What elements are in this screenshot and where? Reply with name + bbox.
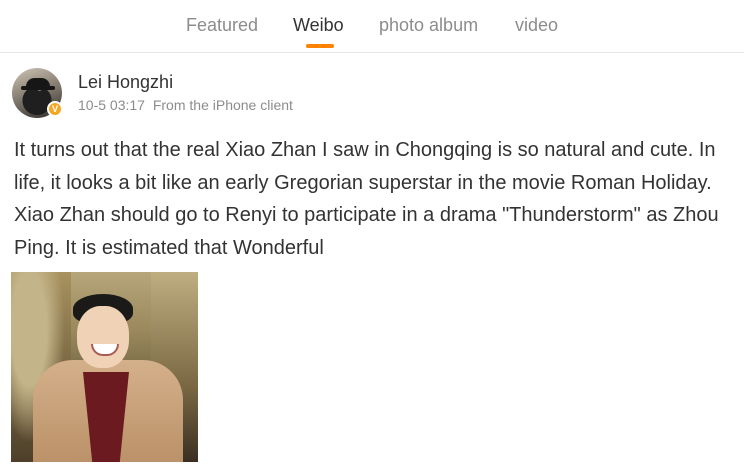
- verified-badge-icon: V: [47, 101, 63, 117]
- post-meta: 10-5 03:17 From the iPhone client: [78, 97, 293, 113]
- tab-bar: Featured Weibo photo album video: [0, 0, 744, 53]
- post-text: It turns out that the real Xiao Zhan I s…: [14, 139, 719, 259]
- post-photo[interactable]: [11, 272, 198, 462]
- post-timestamp[interactable]: 10-5 03:17: [78, 97, 145, 113]
- tab-video[interactable]: video: [515, 15, 558, 36]
- photo-face: [77, 306, 129, 368]
- tab-photo-album[interactable]: photo album: [379, 15, 478, 36]
- post-source: From the iPhone client: [152, 97, 293, 113]
- tab-weibo[interactable]: Weibo: [293, 15, 344, 36]
- author-name[interactable]: Lei Hongzhi: [78, 72, 173, 93]
- active-tab-indicator: [306, 44, 334, 48]
- tab-featured[interactable]: Featured: [186, 15, 258, 36]
- avatar-hat-brim: [21, 86, 55, 90]
